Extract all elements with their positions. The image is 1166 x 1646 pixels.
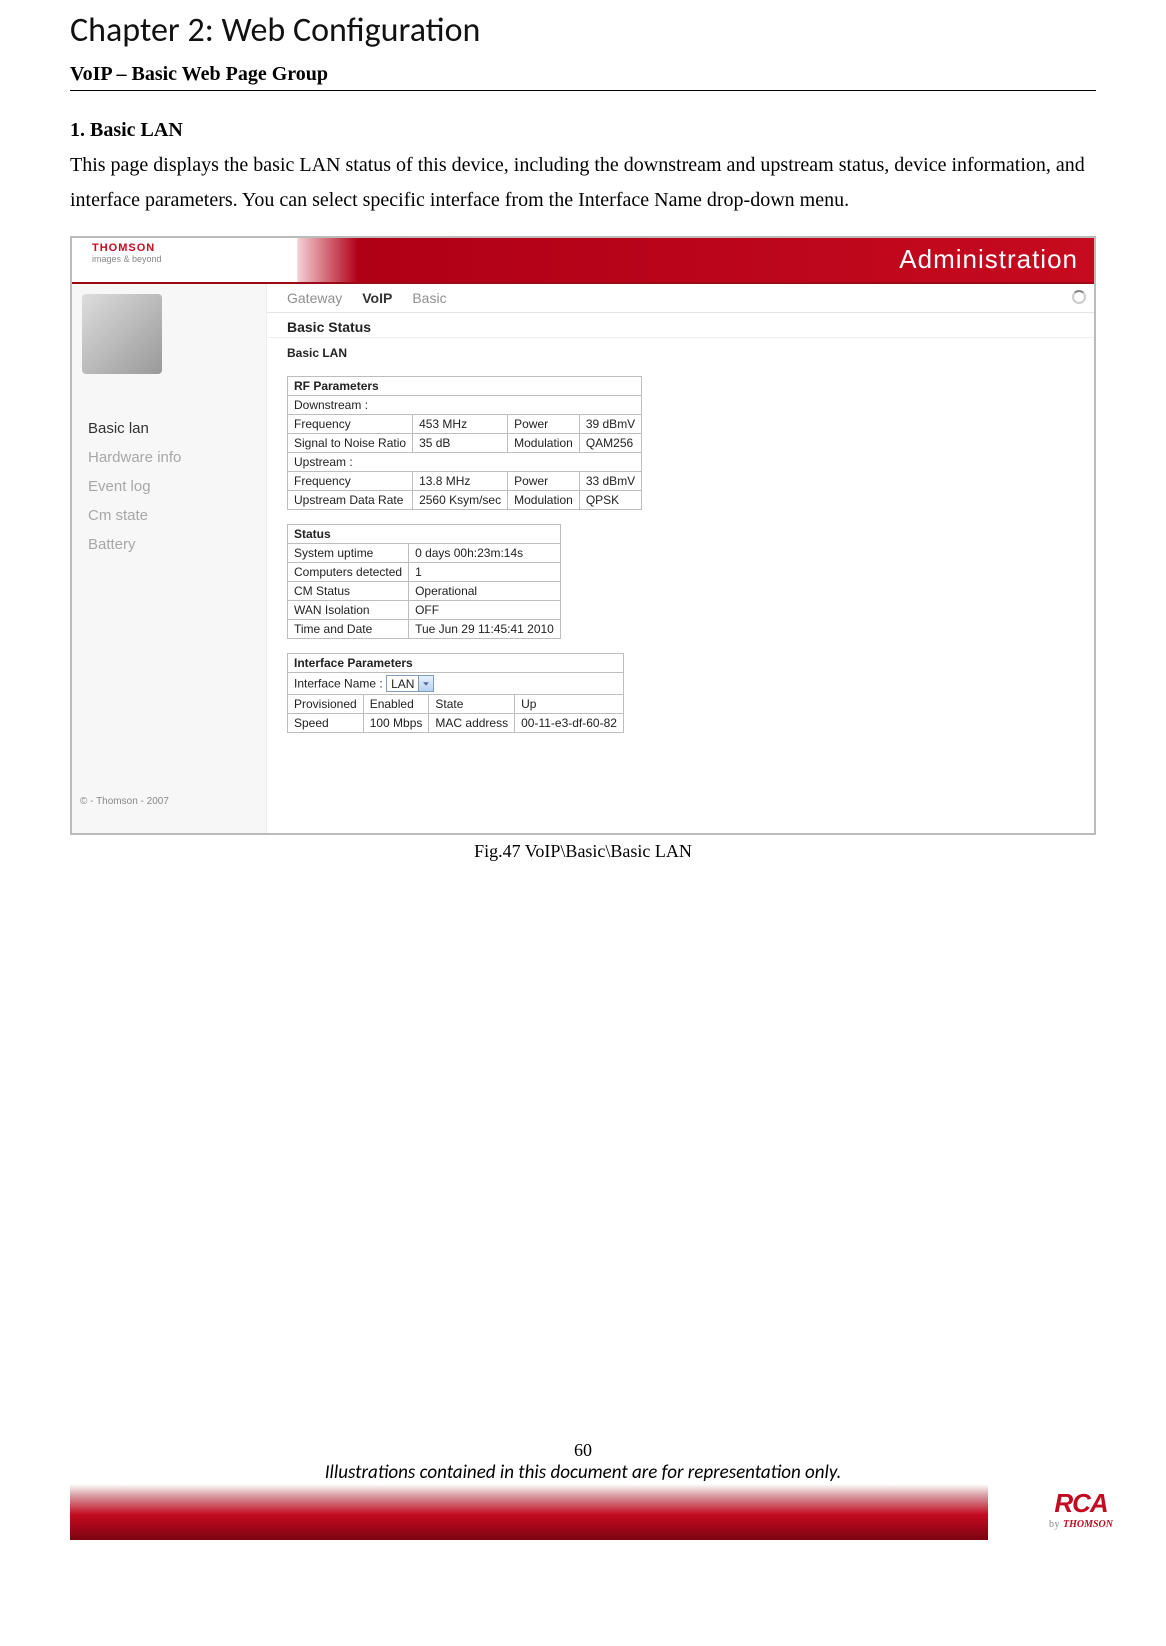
status-computers-label: Computers detected (288, 563, 409, 582)
body-paragraph: This page displays the basic LAN status … (70, 148, 1096, 218)
status-time-value: Tue Jun 29 11:45:41 2010 (409, 620, 561, 639)
footer-red-band (70, 1484, 988, 1540)
sidebar: Basic lan Hardware info Event log Cm sta… (72, 284, 267, 835)
banner-title: Administration (899, 244, 1078, 275)
rca-byline: by THOMSON (996, 1519, 1166, 1530)
page-number: 60 (0, 1440, 1166, 1461)
page-title: Basic Status (267, 313, 1094, 338)
sidebar-copyright: © - Thomson - 2007 (80, 796, 169, 807)
iface-header: Interface Parameters (288, 654, 624, 673)
tab-basic[interactable]: Basic (412, 290, 446, 306)
rf-u-power-value: 33 dBmV (579, 472, 641, 491)
rf-d-power-label: Power (508, 415, 580, 434)
rf-d-power-value: 39 dBmV (579, 415, 641, 434)
avatar-image (82, 294, 162, 374)
sidebar-item-basic-lan[interactable]: Basic lan (72, 414, 266, 443)
rf-udr-label: Upstream Data Rate (288, 491, 413, 510)
iface-prov-label: Provisioned (288, 695, 364, 714)
status-table: Status System uptime0 days 00h:23m:14s C… (287, 524, 561, 639)
sidebar-item-event-log[interactable]: Event log (72, 472, 266, 501)
status-time-label: Time and Date (288, 620, 409, 639)
status-cm-value: Operational (409, 582, 561, 601)
status-computers-value: 1 (409, 563, 561, 582)
rca-logo: RCA (996, 1488, 1166, 1519)
interface-name-select-value: LAN (387, 677, 418, 691)
iface-state-label: State (429, 695, 515, 714)
iface-mac-label: MAC address (429, 714, 515, 733)
sidebar-item-battery[interactable]: Battery (72, 530, 266, 559)
iface-state-value: Up (515, 695, 624, 714)
chapter-title: Chapter 2: Web Configuration (70, 10, 1096, 51)
interface-table: Interface Parameters Interface Name : LA… (287, 653, 624, 733)
iface-prov-value: Enabled (363, 695, 429, 714)
tab-gateway[interactable]: Gateway (287, 290, 342, 306)
rf-u-freq-label: Frequency (288, 472, 413, 491)
rf-snr-value: 35 dB (413, 434, 508, 453)
page-subtitle: Basic LAN (267, 338, 1094, 368)
sidebar-item-hardware-info[interactable]: Hardware info (72, 443, 266, 472)
section-group: VoIP – Basic Web Page Group (70, 63, 1096, 86)
rf-udr-value: 2560 Ksym/sec (413, 491, 508, 510)
rf-upstream-label: Upstream : (288, 453, 642, 472)
logo-name: THOMSON (92, 242, 155, 254)
rf-d-mod-label: Modulation (508, 434, 580, 453)
screenshot-frame: THOMSON images & beyond Administration B… (70, 236, 1096, 835)
interface-name-select[interactable]: LAN (386, 675, 434, 692)
iface-speed-label: Speed (288, 714, 364, 733)
rf-u-freq-value: 13.8 MHz (413, 472, 508, 491)
rf-header: RF Parameters (288, 377, 642, 396)
chevron-down-icon (418, 676, 433, 691)
status-cm-label: CM Status (288, 582, 409, 601)
sidebar-item-cm-state[interactable]: Cm state (72, 501, 266, 530)
status-wan-label: WAN Isolation (288, 601, 409, 620)
status-wan-value: OFF (409, 601, 561, 620)
loading-spinner-icon (1072, 290, 1086, 304)
status-uptime-label: System uptime (288, 544, 409, 563)
screenshot-banner: THOMSON images & beyond Administration (72, 238, 1094, 284)
main-panel: Gateway VoIP Basic Basic Status Basic LA… (267, 284, 1094, 835)
rf-u-power-label: Power (508, 472, 580, 491)
status-uptime-value: 0 days 00h:23m:14s (409, 544, 561, 563)
rf-u-mod-label: Modulation (508, 491, 580, 510)
byline-prefix: by (1049, 1519, 1063, 1530)
status-header: Status (288, 525, 561, 544)
iface-mac-value: 00-11-e3-df-60-82 (515, 714, 624, 733)
rf-d-freq-label: Frequency (288, 415, 413, 434)
rf-u-mod-value: QPSK (579, 491, 641, 510)
logo-tagline: images & beyond (92, 254, 162, 264)
footer-bar: RCA by THOMSON (0, 1484, 1166, 1540)
iface-speed-value: 100 Mbps (363, 714, 429, 733)
rf-snr-label: Signal to Noise Ratio (288, 434, 413, 453)
rf-parameters-table: RF Parameters Downstream : Frequency 453… (287, 376, 642, 510)
footer-disclaimer: Illustrations contained in this document… (0, 1461, 1166, 1484)
thomson-logo: THOMSON images & beyond (92, 242, 162, 264)
subsection-heading: 1. Basic LAN (70, 119, 1096, 142)
footer-logo-block: RCA by THOMSON (996, 1484, 1166, 1540)
figure-caption: Fig.47 VoIP\Basic\Basic LAN (70, 841, 1096, 862)
iface-name-label: Interface Name : (294, 677, 383, 691)
rf-d-freq-value: 453 MHz (413, 415, 508, 434)
tab-voip[interactable]: VoIP (362, 290, 392, 306)
tab-bar: Gateway VoIP Basic (267, 284, 1094, 313)
rf-downstream-label: Downstream : (288, 396, 642, 415)
iface-name-row: Interface Name : LAN (288, 673, 624, 695)
rf-d-mod-value: QAM256 (579, 434, 641, 453)
byline-brand: THOMSON (1063, 1519, 1113, 1530)
section-rule (70, 90, 1096, 91)
